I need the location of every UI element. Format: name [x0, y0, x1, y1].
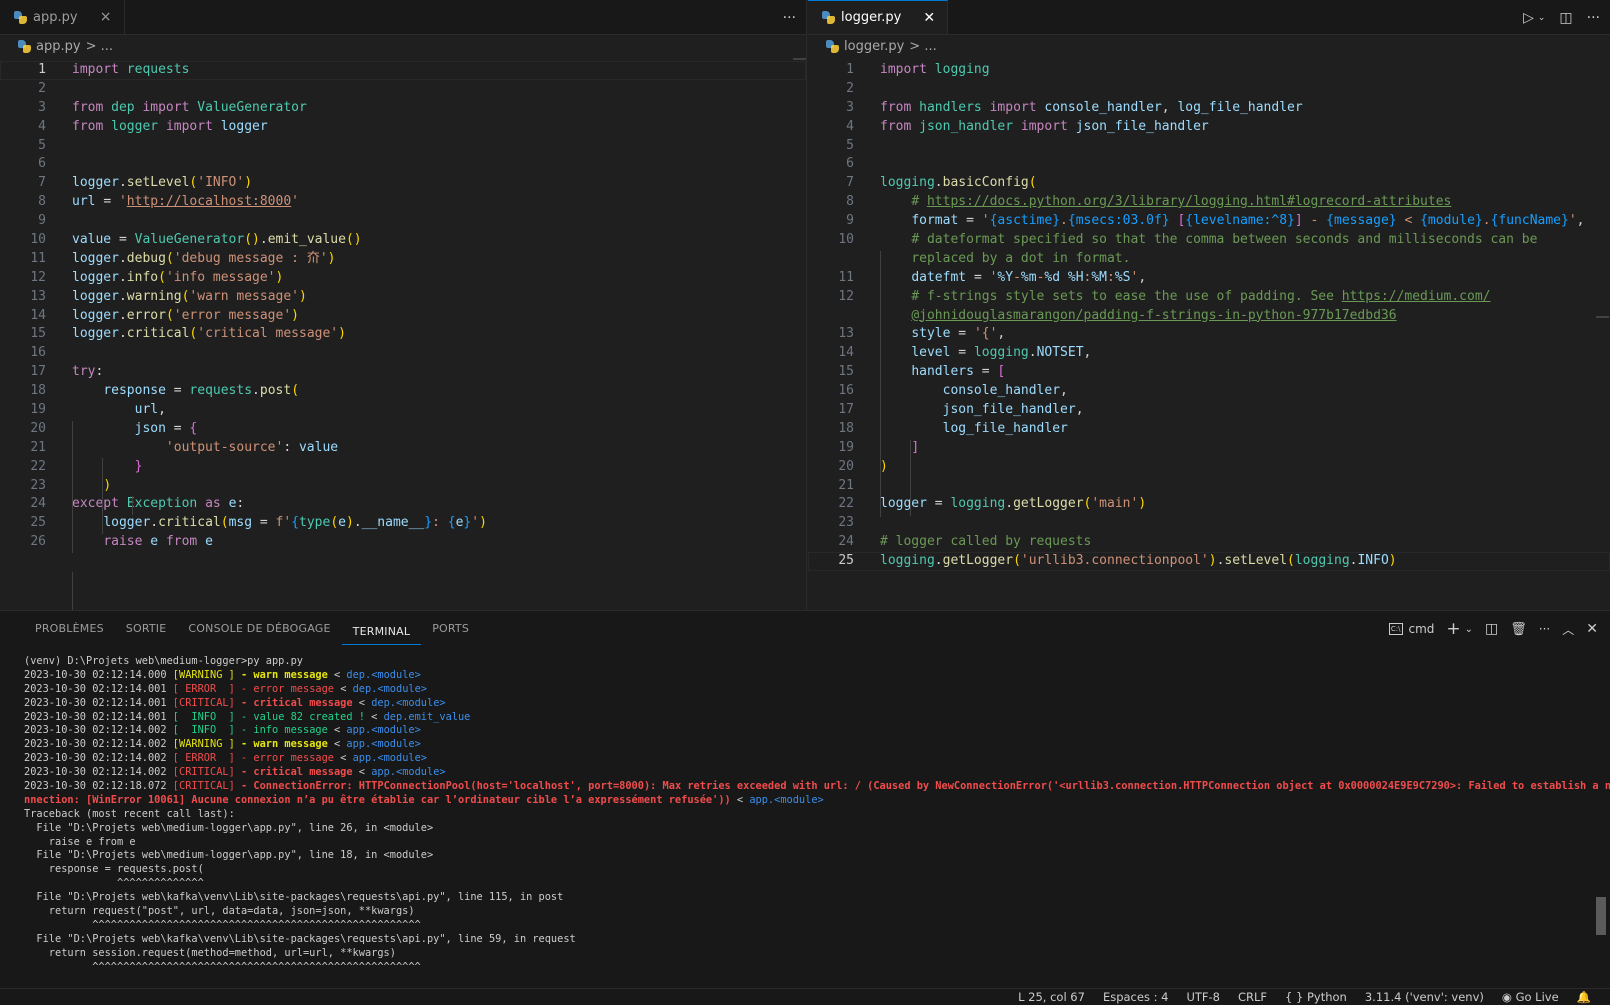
tab-label: app.py [33, 9, 78, 25]
editor-left: app.py × ··· app.py > ... 1 import reques… [0, 0, 807, 610]
more-actions-icon[interactable]: ··· [1587, 10, 1600, 26]
terminal-line: ^^^^^^^^^^^^^^^^^^^^^^^^^^^^^^^^^^^^^^^^… [24, 960, 421, 973]
python-interpreter[interactable]: 3.11.4 ('venv': venv) [1356, 990, 1493, 1004]
terminal-line: response = requests.post( [24, 863, 204, 876]
tab-bar-left: app.py × ··· [0, 0, 806, 35]
chevron-down-icon[interactable]: ⌄ [1538, 13, 1546, 23]
terminal-line: 2023-10-30 02:12:14.002 [ ERROR ] - erro… [24, 752, 428, 765]
terminal-line: 2023-10-30 02:12:14.002 [WARNING ] - war… [24, 738, 421, 751]
tab-problems[interactable]: PROBLÈMES [24, 611, 115, 647]
breadcrumb: logger.py > ... [808, 35, 1610, 57]
terminal-line: File "D:\Projets web\medium-logger\app.p… [24, 821, 434, 834]
chevron-down-icon[interactable]: ⌄ [1465, 624, 1473, 635]
python-file-icon [18, 39, 31, 53]
tab-debug-console[interactable]: CONSOLE DE DÉBOGAGE [177, 611, 341, 647]
run-icon[interactable]: ▷ [1523, 10, 1534, 26]
terminal-line: raise e from e [24, 835, 136, 848]
terminal-icon: C:\ [1388, 623, 1403, 635]
terminal-line: 2023-10-30 02:12:14.002 [ INFO ] - info … [24, 724, 421, 737]
tab-ports[interactable]: PORTS [421, 611, 480, 647]
split-terminal-icon[interactable]: ◫ [1485, 621, 1498, 637]
code-editor-app-py[interactable]: 1 import requests 2 3 from dep import Valu… [0, 57, 806, 610]
more-actions-icon[interactable]: ··· [783, 10, 796, 26]
terminal-line: (venv) D:\Projets web\medium-logger>py a… [24, 655, 303, 667]
bell-icon[interactable]: 🔔 [1568, 990, 1600, 1004]
breadcrumb-file[interactable]: app.py [36, 39, 81, 54]
shell-label[interactable]: cmd [1409, 622, 1435, 636]
terminal-line: ^^^^^^^^^^^^^^^^^^^^^^^^^^^^^^^^^^^^^^^^… [24, 918, 421, 931]
split-editor-icon[interactable]: ◫ [1559, 10, 1572, 26]
tab-output[interactable]: SORTIE [115, 611, 178, 647]
terminal-line: return session.request(method=method, ur… [24, 946, 396, 959]
status-bar: L 25, col 67 Espaces : 4 UTF-8 CRLF { } … [0, 988, 1610, 1005]
panel-actions: C:\ cmd + ⌄ ◫ 🗑 ··· ︿ ✕ [1388, 611, 1598, 647]
python-file-icon [822, 11, 835, 24]
terminal-line: 2023-10-30 02:12:14.002 [CRITICAL] - cri… [24, 766, 446, 779]
close-tab-icon[interactable]: × [98, 9, 114, 25]
new-terminal-icon[interactable]: + [1446, 619, 1460, 639]
terminal-line: ^^^^^^^^^^^^^^ [24, 877, 204, 890]
terminal-line: 2023-10-30 02:12:14.000 [WARNING ] - war… [24, 668, 421, 681]
python-file-icon [14, 10, 27, 24]
trash-icon[interactable]: 🗑 [1510, 622, 1527, 637]
terminal-line: nnection: [WinError 10061] Aucune connex… [24, 793, 824, 806]
breadcrumb: app.py > ... [0, 35, 806, 57]
terminal-line: File "D:\Projets web\kafka\venv\Lib\site… [24, 891, 564, 904]
terminal-line: return request("post", url, data=data, j… [24, 905, 415, 918]
breadcrumb-rest[interactable]: > ... [909, 39, 936, 54]
bottom-panel: PROBLÈMES SORTIE CONSOLE DE DÉBOGAGE TER… [0, 610, 1610, 988]
braces-icon: { } [1285, 990, 1304, 1004]
tab-terminal[interactable]: TERMINAL [341, 618, 422, 645]
encoding[interactable]: UTF-8 [1177, 990, 1229, 1004]
python-file-icon [826, 39, 839, 53]
line-ending[interactable]: CRLF [1229, 990, 1276, 1004]
terminal-line: Traceback (most recent call last): [24, 807, 235, 820]
tab-label: logger.py [841, 10, 902, 25]
breadcrumb-file[interactable]: logger.py [844, 39, 904, 54]
go-live[interactable]: ◉ Go Live [1493, 990, 1568, 1004]
close-tab-icon[interactable]: ✕ [921, 10, 937, 26]
tab-logger-py[interactable]: logger.py ✕ [808, 0, 949, 34]
code-editor-logger-py[interactable]: 1 import logging 2 3 from handlers import … [808, 57, 1610, 572]
terminal-line: 2023-10-30 02:12:18.072 [CRITICAL] - Con… [24, 780, 1610, 793]
terminal-line: File "D:\Projets web\medium-logger\app.p… [24, 849, 434, 862]
panel-tabs: PROBLÈMES SORTIE CONSOLE DE DÉBOGAGE TER… [0, 611, 1610, 647]
cursor-position[interactable]: L 25, col 67 [1009, 990, 1094, 1004]
terminal-line: 2023-10-30 02:12:14.001 [CRITICAL] - cri… [24, 696, 446, 709]
tab-bar-right: logger.py ✕ ▷ ⌄ ◫ ··· [808, 0, 1610, 35]
tab-app-py[interactable]: app.py × [0, 0, 125, 34]
terminal-line: 2023-10-30 02:12:14.001 [ INFO ] - value… [24, 710, 471, 723]
maximize-panel-icon[interactable]: ︿ [1562, 621, 1574, 638]
terminal-output[interactable]: (venv) D:\Projets web\medium-logger>py a… [0, 647, 1610, 974]
terminal-line: 2023-10-30 02:12:14.001 [ ERROR ] - erro… [24, 682, 428, 695]
breadcrumb-rest[interactable]: > ... [86, 39, 113, 54]
close-panel-icon[interactable]: ✕ [1586, 621, 1598, 637]
language-mode[interactable]: { } Python [1276, 990, 1356, 1004]
terminal-line: File "D:\Projets web\kafka\venv\Lib\site… [24, 932, 576, 945]
indentation[interactable]: Espaces : 4 [1094, 990, 1178, 1004]
editor-right: logger.py ✕ ▷ ⌄ ◫ ··· logger.py > ... 1i… [808, 0, 1610, 610]
more-actions-icon[interactable]: ··· [1539, 622, 1550, 636]
broadcast-icon: ◉ [1501, 990, 1512, 1004]
